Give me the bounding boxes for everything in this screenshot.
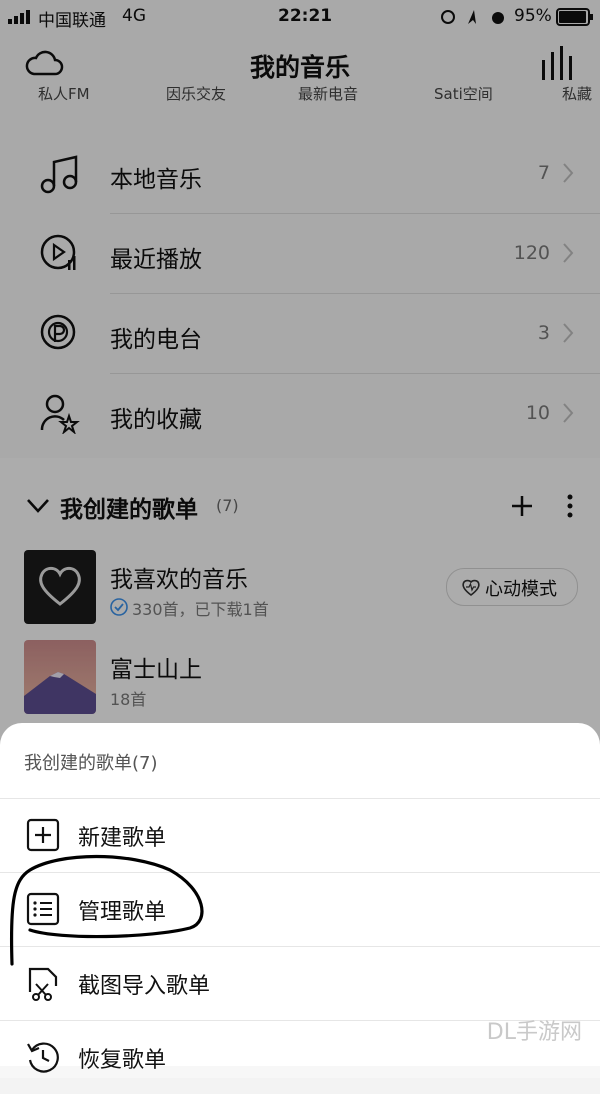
option-label: 截图导入歌单 (78, 974, 211, 999)
watermark: DL手游网 (486, 1020, 582, 1045)
screenshot-import-icon (28, 967, 58, 1001)
restore-icon (27, 1042, 59, 1073)
annotation-circle (9, 854, 204, 966)
option-label: 恢复歌单 (78, 1048, 167, 1073)
sheet-title: 我创建的歌单(7) (24, 753, 158, 774)
